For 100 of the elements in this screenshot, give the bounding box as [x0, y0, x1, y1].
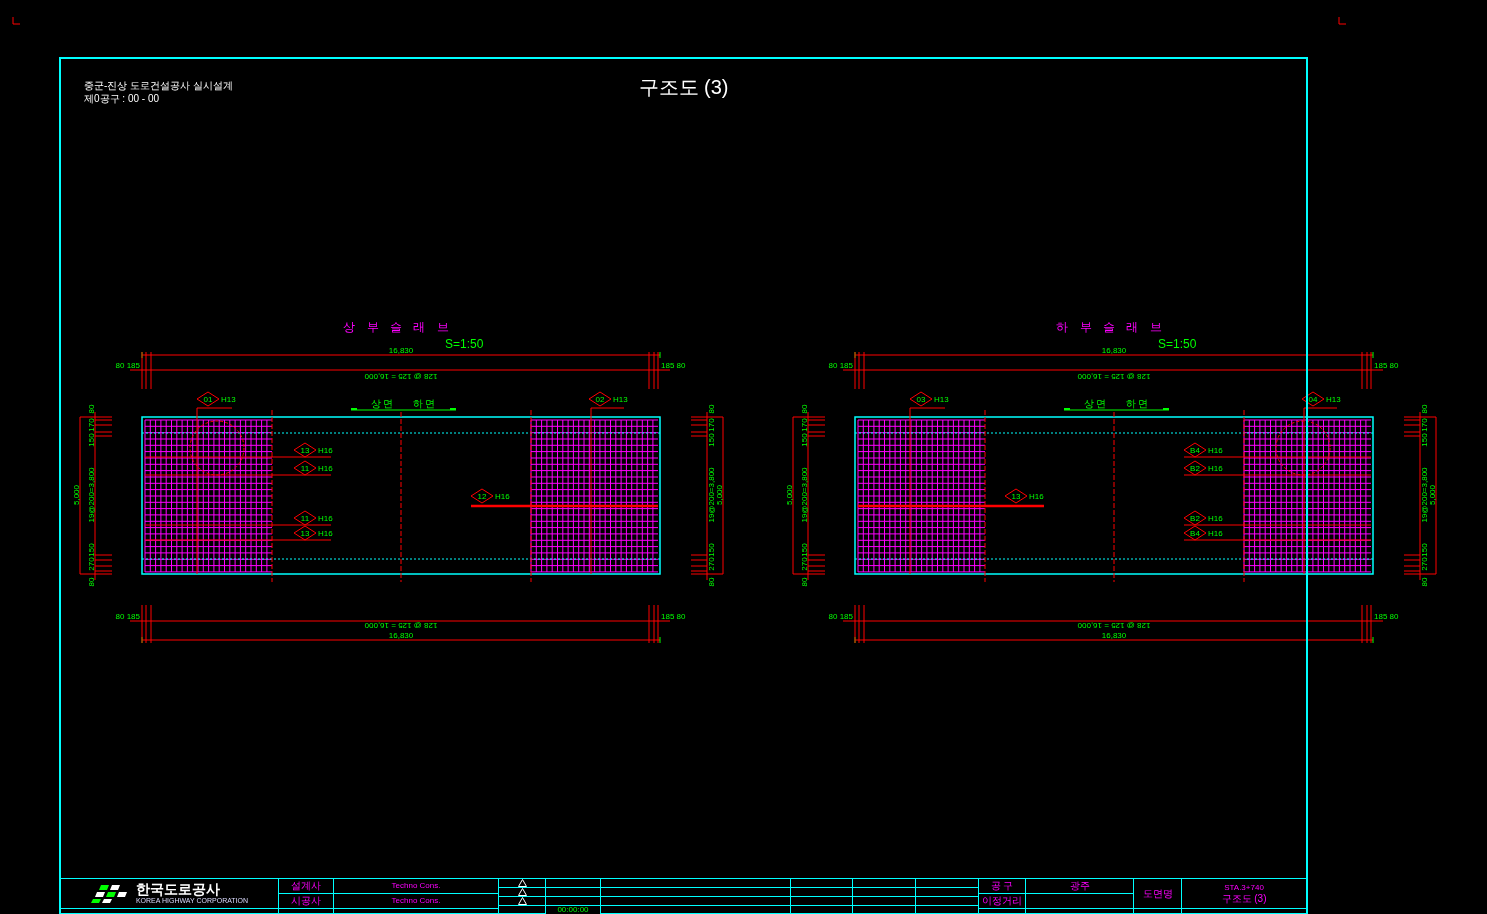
dimension-label: 5,000	[72, 485, 81, 505]
dimension-label: 150	[707, 543, 716, 557]
dimension-label: 150	[707, 433, 716, 447]
dimension-label: 80	[1420, 577, 1429, 587]
dimension-label: 19@200=3,800	[800, 467, 809, 523]
bar-size-label: H16	[1208, 529, 1223, 538]
title-block-cell	[916, 897, 979, 906]
dimension-label: 170	[87, 418, 96, 432]
dimension-label: 80	[87, 404, 96, 414]
view-label: 상 면	[1083, 398, 1107, 409]
bar-mark: 02	[588, 391, 612, 407]
dimension-label: 80	[707, 404, 716, 414]
bar-size-label: H13	[221, 395, 236, 404]
dimension-label: 150	[1420, 433, 1429, 447]
title-block-cell	[791, 888, 853, 897]
dimension-label: 270	[1420, 557, 1429, 571]
title-block-cell	[791, 897, 853, 906]
dimension-label: 270	[800, 557, 809, 571]
section-label: 제0공구 : 00 - 00	[84, 92, 160, 105]
dimension-label: 80	[707, 577, 716, 587]
bar-size-label: H16	[1208, 464, 1223, 473]
bar-size-label: H13	[934, 395, 949, 404]
company-name: 한국도로공사	[135, 882, 220, 897]
dimension-label: 270	[87, 557, 96, 571]
title-block-cell: Techno Cons.	[334, 879, 499, 894]
bar-mark: B4	[1183, 525, 1207, 541]
bar-size-label: H13	[613, 395, 628, 404]
dimension-label: 170	[707, 418, 716, 432]
crop-mark	[12, 16, 21, 25]
detail-circle	[189, 420, 245, 476]
bar-size-label: H16	[318, 446, 333, 455]
dimension-label: 170	[1420, 418, 1429, 432]
dimension-label: 150	[87, 433, 96, 447]
bar-size-label: H16	[1208, 446, 1223, 455]
dimension-label: 150	[800, 433, 809, 447]
bar-size-label: H16	[318, 514, 333, 523]
dimension-label: 80	[800, 404, 809, 414]
bar-mark: 13	[293, 525, 317, 541]
title-block-cell: 시공사	[279, 894, 334, 909]
dimension-label: 185 80	[661, 361, 686, 370]
dimension-label: 150	[87, 543, 96, 557]
dimension-label: 185 80	[1374, 361, 1399, 370]
view-label: 하 면	[412, 398, 436, 409]
bar-mark: 13	[293, 442, 317, 458]
bar-size-label: H16	[318, 464, 333, 473]
dimension-label: 128 @ 125 = 16,000	[364, 621, 438, 630]
dimension-label: 19@200=3,800	[87, 467, 96, 523]
drawing-name: 구조도 (3)	[1221, 893, 1267, 904]
bar-size-label: H16	[318, 529, 333, 538]
bar-mark: 01	[196, 391, 220, 407]
view-label: 상 면	[370, 398, 394, 409]
dimension-label: 16,830	[1101, 346, 1127, 355]
dimension-label: 150	[1420, 543, 1429, 557]
dimension-label: 16,830	[388, 631, 414, 640]
station-label: STA.3+740	[1224, 883, 1264, 892]
bar-mark: 11	[293, 460, 317, 476]
slab-title: 하 부 슬 래 브	[1056, 320, 1166, 334]
bar-size-label: H16	[1208, 514, 1223, 523]
logo-icon	[90, 883, 129, 904]
bar-mark: 12	[470, 488, 494, 504]
scale-label: S=1:50	[445, 337, 484, 351]
bar-mark: B2	[1183, 460, 1207, 476]
dimension-label: 128 @ 125 = 16,000	[1077, 372, 1151, 381]
bar-size-label: H16	[1029, 492, 1044, 501]
bar-mark: 03	[909, 391, 933, 407]
dimension-label: 16,830	[1101, 631, 1127, 640]
title-block-cell: 도면명	[1134, 879, 1182, 909]
bar-mark: B2	[1183, 510, 1207, 526]
dimension-label: 128 @ 125 = 16,000	[364, 372, 438, 381]
dimension-label: 170	[800, 418, 809, 432]
bar-mark: 04	[1301, 391, 1325, 407]
dimension-label: 80 185	[115, 612, 140, 621]
dimension-label: 80	[87, 577, 96, 587]
dimension-label: 16,830	[388, 346, 414, 355]
dimension-label: 5,000	[1427, 485, 1437, 505]
title-block-cell	[853, 897, 916, 906]
bar-mark: B4	[1183, 442, 1207, 458]
bar-size-label: H16	[495, 492, 510, 501]
title-block-cell: Techno Cons.	[334, 894, 499, 909]
dimension-label: 80 185	[828, 361, 853, 370]
dimension-label: 19@200=3,800	[1420, 467, 1429, 523]
title-block-cell: 광주	[1026, 879, 1134, 894]
drawing-title: 구조도 (3)	[638, 75, 729, 99]
slab-title: 상 부 슬 래 브	[343, 320, 453, 334]
title-block-cell: 00:00:00	[546, 906, 601, 914]
dimension-label: 80	[800, 577, 809, 587]
dimension-label: 5,000	[785, 485, 794, 505]
dimension-label: 80 185	[828, 612, 853, 621]
dimension-label: 80 185	[115, 361, 140, 370]
view-label: 하 면	[1125, 398, 1149, 409]
dimension-label: 128 @ 125 = 16,000	[1077, 621, 1151, 630]
dimension-label: 185 80	[1374, 612, 1399, 621]
scale-label: S=1:50	[1158, 337, 1197, 351]
bar-size-label: H13	[1326, 395, 1341, 404]
dimension-label: 185 80	[661, 612, 686, 621]
title-block-cell: 공 구	[979, 879, 1026, 894]
dimension-label: 270	[707, 557, 716, 571]
bar-mark: 13	[1004, 488, 1028, 504]
project-name: 중군-진상 도로건설공사 실시설계	[84, 79, 233, 92]
dimension-label: 5,000	[714, 485, 724, 505]
